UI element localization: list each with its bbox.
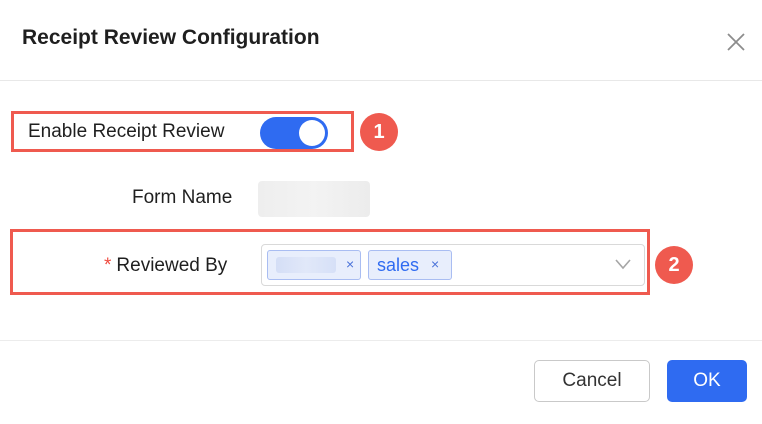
required-asterisk: * (104, 255, 112, 276)
enable-receipt-review-label: Enable Receipt Review (28, 121, 225, 142)
close-icon[interactable] (724, 30, 748, 54)
reviewer-tag-label: sales (377, 255, 420, 275)
footer-divider (0, 340, 762, 341)
form-name-label: Form Name (132, 187, 233, 208)
form-name-value-redacted (258, 181, 370, 217)
reviewed-by-select[interactable]: × sales × (261, 244, 645, 286)
remove-tag-icon[interactable]: × (346, 256, 354, 272)
toggle-knob (299, 120, 325, 146)
receipt-review-dialog: Receipt Review Configuration Enable Rece… (0, 0, 762, 424)
dialog-header: Receipt Review Configuration (0, 0, 762, 81)
reviewed-by-label: * Reviewed By (104, 255, 227, 277)
cancel-button[interactable]: Cancel (534, 360, 650, 402)
chevron-down-icon[interactable] (614, 257, 632, 271)
reviewer-name-redacted (276, 257, 336, 273)
annotation-badge-1: 1 (360, 113, 398, 151)
enable-receipt-review-toggle[interactable] (260, 117, 328, 149)
dialog-title: Receipt Review Configuration (22, 26, 320, 49)
reviewer-tag-sales: sales × (368, 250, 452, 280)
reviewer-tag-redacted: × (267, 250, 361, 280)
reviewed-by-label-text: Reviewed By (116, 255, 228, 276)
ok-button[interactable]: OK (667, 360, 747, 402)
annotation-badge-2: 2 (655, 246, 693, 284)
remove-tag-icon[interactable]: × (431, 256, 439, 272)
